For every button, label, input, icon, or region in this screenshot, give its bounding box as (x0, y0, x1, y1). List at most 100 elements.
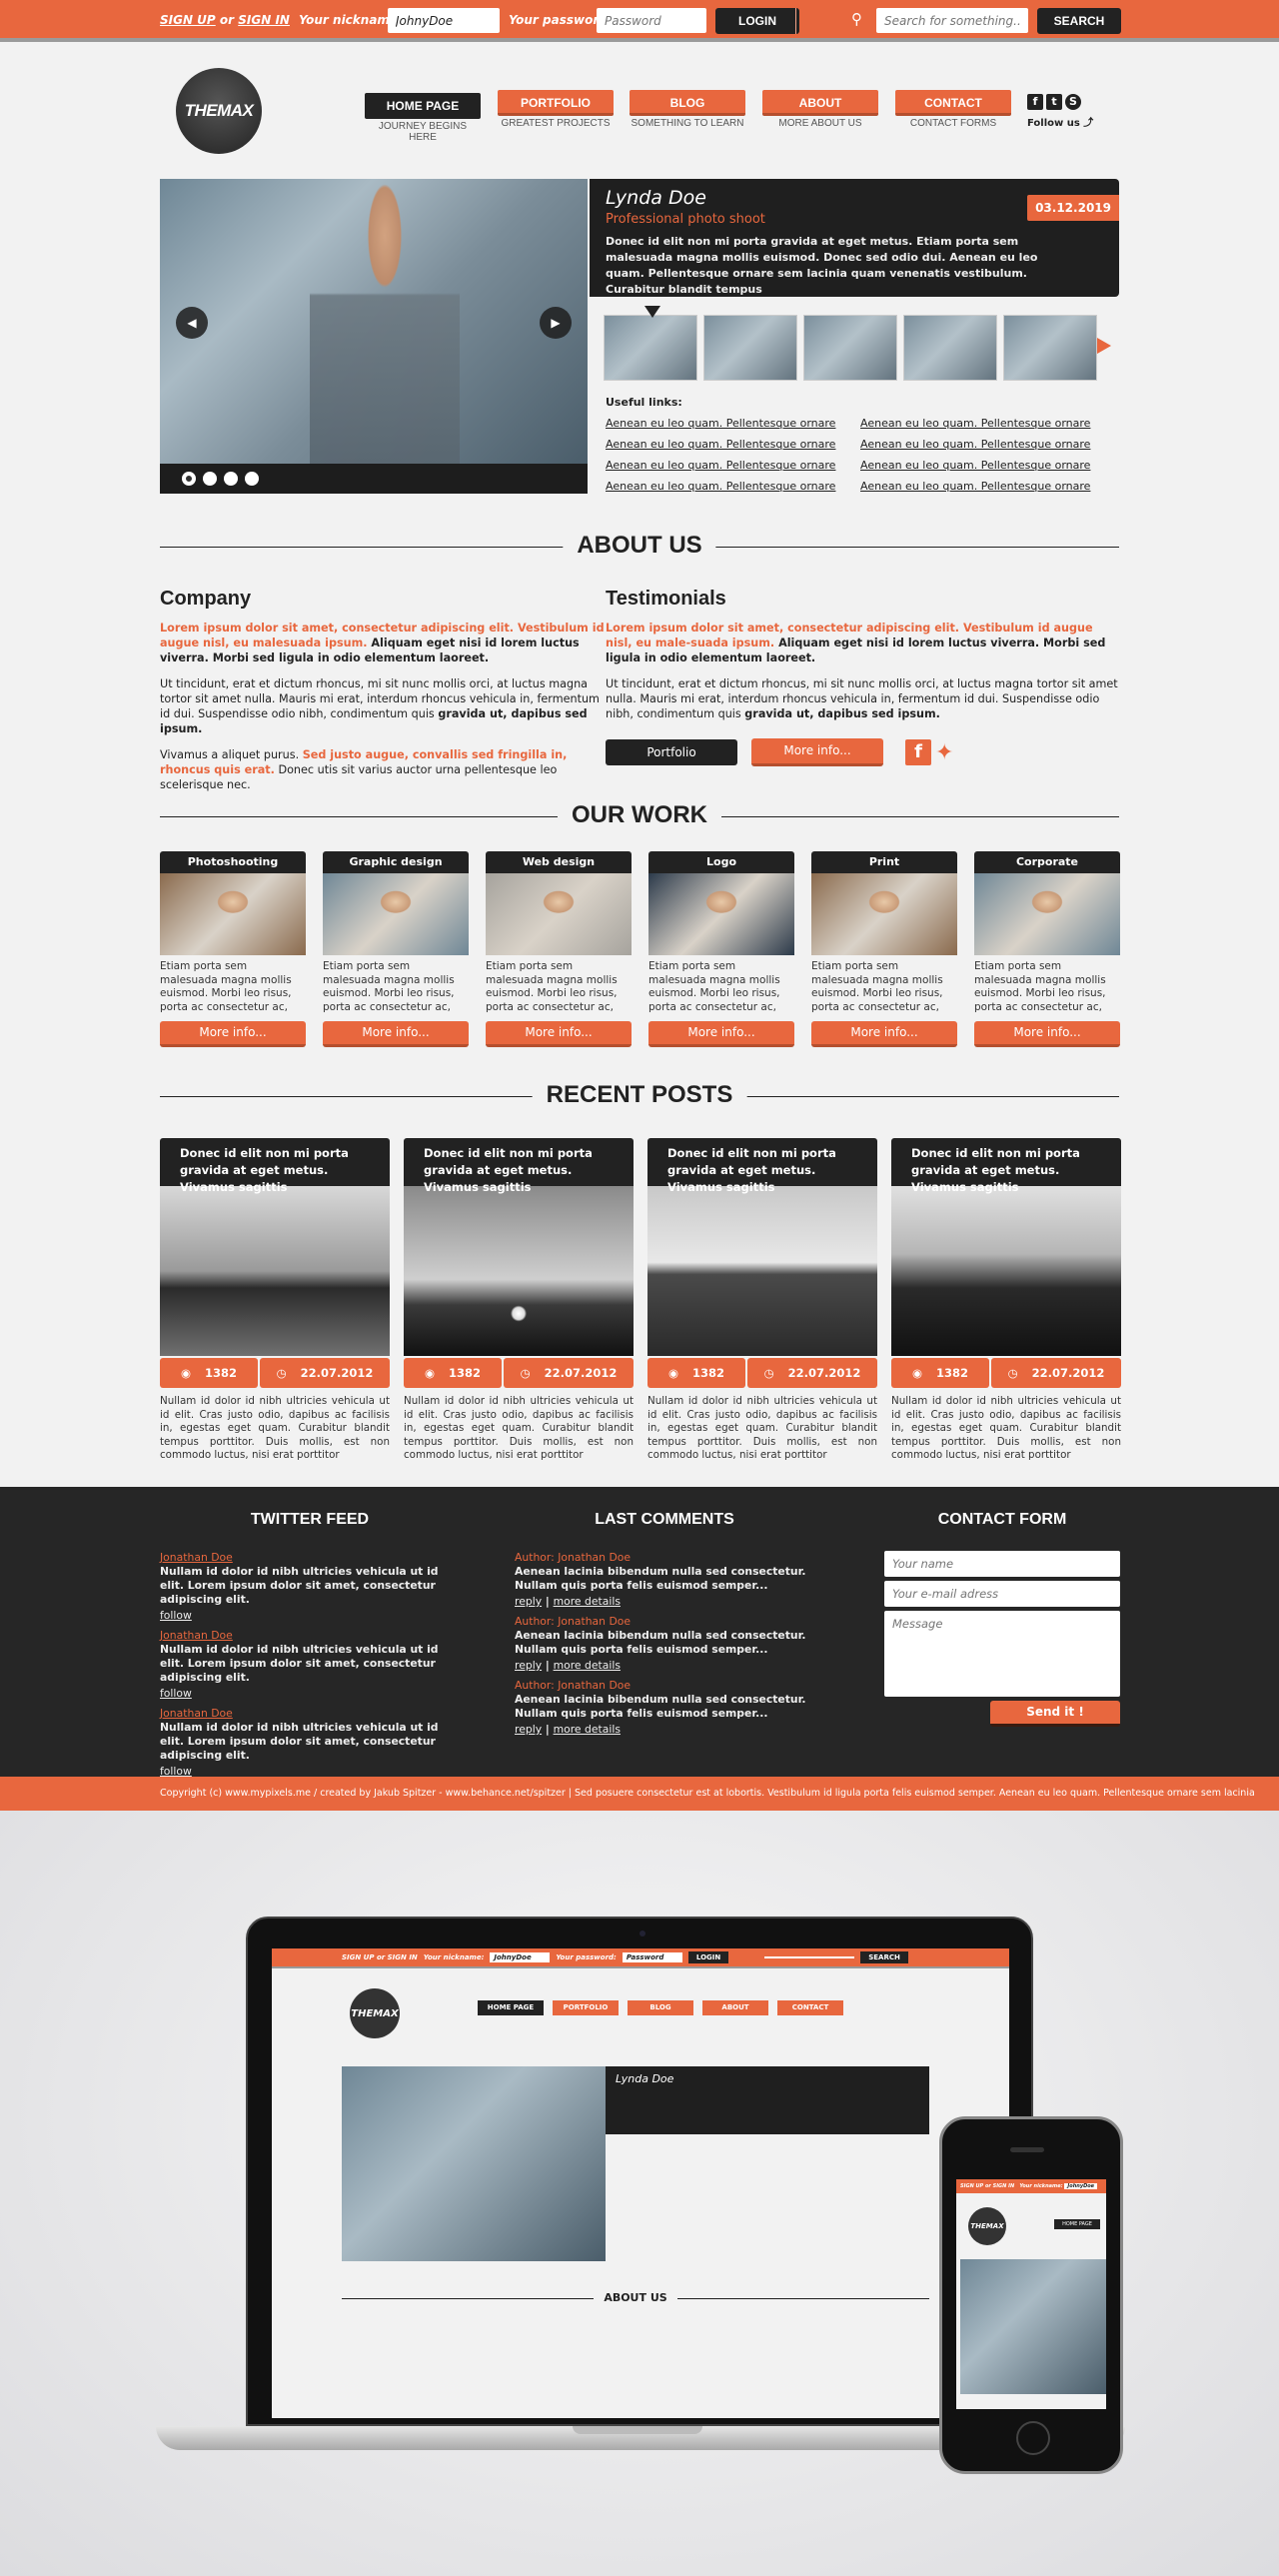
twitter-icon[interactable]: t (1046, 94, 1062, 110)
work-image[interactable] (323, 873, 469, 955)
password-input[interactable] (597, 8, 706, 33)
logo[interactable]: THEMAX (176, 68, 262, 154)
useful-links: Aenean eu leo quam. Pellentesque ornare … (606, 416, 1115, 495)
arrow-left-icon[interactable]: ◀ (176, 307, 208, 339)
reply-link[interactable]: reply (515, 1723, 542, 1737)
work-image[interactable] (648, 873, 794, 955)
post-image[interactable] (404, 1186, 634, 1356)
post-image[interactable] (160, 1186, 390, 1356)
nickname-input[interactable] (388, 8, 500, 33)
nav-home[interactable]: HOME PAGE JOURNEY BEGINS HERE (365, 90, 481, 143)
more-info-button[interactable]: More info... (486, 1021, 632, 1047)
nav-home-label[interactable]: HOME PAGE (365, 93, 481, 119)
tweet-text: Nullam id dolor id nibh ultricies vehicu… (160, 1643, 439, 1684)
nav-portfolio[interactable]: PORTFOLIO GREATEST PROJECTS (498, 90, 614, 129)
thumbs-next-icon[interactable] (1097, 338, 1111, 354)
nav-about-sub: MORE ABOUT US (778, 118, 862, 129)
follow-link[interactable]: follow (160, 1609, 192, 1623)
arrow-right-icon[interactable]: ▶ (540, 307, 572, 339)
work-card: Corporate Etiam porta sem malesuada magna… (974, 851, 1120, 1047)
slider-dot[interactable] (245, 472, 259, 486)
tweet-author[interactable]: Jonathan Doe (160, 1629, 460, 1643)
work-heading: OUR WORK (160, 801, 1119, 831)
thumbnail[interactable] (703, 315, 797, 381)
post-title[interactable]: Donec id elit non mi porta gravida at eg… (891, 1138, 1121, 1194)
login-button[interactable]: LOGIN (715, 8, 799, 34)
slider-dot[interactable] (203, 472, 217, 486)
work-image[interactable] (160, 873, 306, 955)
useful-link[interactable]: Aenean eu leo quam. Pellentesque ornare (606, 437, 860, 453)
phone-logo: THEMAX (968, 2207, 1006, 2245)
search-input[interactable] (876, 8, 1028, 33)
twitter-icon[interactable]: ✦ (935, 740, 953, 765)
useful-link[interactable]: Aenean eu leo quam. Pellentesque ornare (606, 416, 860, 432)
comment-text: Aenean lacinia bibendum nulla sed consec… (515, 1629, 806, 1656)
post-image[interactable] (891, 1186, 1121, 1356)
work-image[interactable] (811, 873, 957, 955)
thumbnail[interactable] (1003, 315, 1097, 381)
tweet: Jonathan Doe Nullam id dolor id nibh ultr… (160, 1629, 460, 1701)
more-info-button[interactable]: More info... (160, 1021, 306, 1047)
useful-link[interactable]: Aenean eu leo quam. Pellentesque ornare (860, 416, 1115, 432)
sign-in-link[interactable]: SIGN IN (238, 13, 290, 27)
nav-about[interactable]: ABOUT MORE ABOUT US (762, 90, 878, 129)
thumbnail[interactable] (803, 315, 897, 381)
phone-topbar: SIGN UP or SIGN IN Your nickname: JohnyD… (956, 2179, 1106, 2193)
or-label: or (219, 13, 235, 27)
name-input[interactable] (884, 1551, 1120, 1577)
facebook-icon[interactable]: f (1027, 94, 1043, 110)
tweet-author[interactable]: Jonathan Doe (160, 1551, 460, 1565)
nav-contact-label[interactable]: CONTACT (895, 90, 1011, 116)
slider-dot[interactable] (182, 472, 196, 486)
company-p1: Lorem ipsum dolor sit amet, consectetur … (160, 622, 605, 664)
email-input[interactable] (884, 1581, 1120, 1607)
tweet-text: Nullam id dolor id nibh ultricies vehicu… (160, 1721, 439, 1762)
skype-icon[interactable]: S (1065, 94, 1081, 110)
portfolio-button[interactable]: Portfolio (606, 739, 737, 765)
contact-heading: CONTACT FORM (937, 1511, 1067, 1528)
post-title[interactable]: Donec id elit non mi porta gravida at eg… (647, 1138, 877, 1194)
post-title[interactable]: Donec id elit non mi porta gravida at eg… (404, 1138, 634, 1194)
thumbnail[interactable] (903, 315, 997, 381)
useful-link[interactable]: Aenean eu leo quam. Pellentesque ornare (860, 479, 1115, 495)
search-button[interactable]: SEARCH (1037, 8, 1121, 34)
slider-dot[interactable] (224, 472, 238, 486)
facebook-icon[interactable]: f (905, 739, 931, 765)
laptop-notch (573, 2426, 702, 2434)
nav-about-label[interactable]: ABOUT (762, 90, 878, 116)
more-details-link[interactable]: more details (554, 1595, 621, 1609)
sign-up-link[interactable]: SIGN UP (160, 13, 216, 27)
post-title[interactable]: Donec id elit non mi porta gravida at eg… (160, 1138, 390, 1194)
more-details-link[interactable]: more details (554, 1723, 621, 1737)
useful-link[interactable]: Aenean eu leo quam. Pellentesque ornare (606, 479, 860, 495)
nav-blog-label[interactable]: BLOG (630, 90, 745, 116)
useful-link[interactable]: Aenean eu leo quam. Pellentesque ornare (606, 458, 860, 474)
reply-link[interactable]: reply (515, 1659, 542, 1673)
copyright-bar: Copyright (c) www.mypixels.me / created … (0, 1777, 1279, 1811)
tweet-author[interactable]: Jonathan Doe (160, 1707, 460, 1721)
message-input[interactable] (884, 1611, 1120, 1697)
reply-link[interactable]: reply (515, 1595, 542, 1609)
send-button[interactable]: Send it ! (990, 1701, 1120, 1727)
post-image[interactable] (647, 1186, 877, 1356)
camera-icon (640, 1931, 645, 1936)
mini-topbar: SIGN UP or SIGN IN Your nickname: JohnyD… (272, 1948, 1009, 1968)
thumbnail[interactable] (604, 306, 697, 381)
follow-link[interactable]: follow (160, 1687, 192, 1701)
work-image[interactable] (486, 873, 632, 955)
nav-portfolio-label[interactable]: PORTFOLIO (498, 90, 614, 116)
useful-link[interactable]: Aenean eu leo quam. Pellentesque ornare (860, 437, 1115, 453)
more-info-button[interactable]: More info... (323, 1021, 469, 1047)
useful-link[interactable]: Aenean eu leo quam. Pellentesque ornare (860, 458, 1115, 474)
thumbnail-strip (604, 306, 1097, 381)
slide-info: Lynda Doe Professional photo shoot Donec… (590, 179, 1119, 297)
more-details-link[interactable]: more details (554, 1659, 621, 1673)
work-image[interactable] (974, 873, 1120, 955)
more-info-button[interactable]: More info... (974, 1021, 1120, 1047)
nav-contact[interactable]: CONTACT CONTACT FORMS (895, 90, 1011, 129)
more-info-button[interactable]: More info... (751, 738, 883, 766)
date-badge: ◷ 22.07.2012 (747, 1358, 877, 1388)
more-info-button[interactable]: More info... (811, 1021, 957, 1047)
nav-blog[interactable]: BLOG SOMETHING TO LEARN (630, 90, 745, 129)
more-info-button[interactable]: More info... (648, 1021, 794, 1047)
